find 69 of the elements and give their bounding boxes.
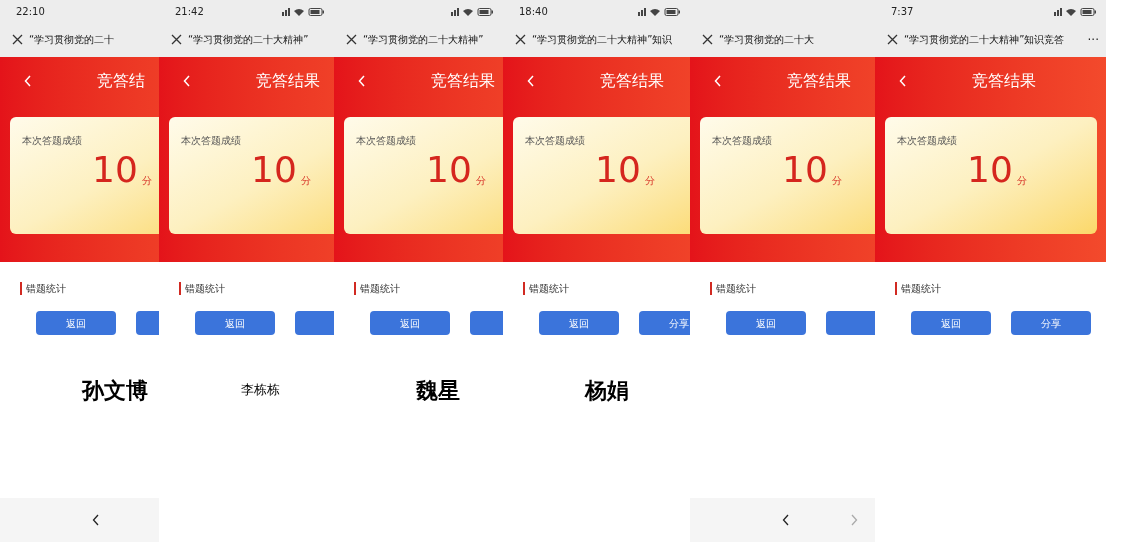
status-icons bbox=[638, 6, 682, 16]
person-name: 杨娟 bbox=[585, 376, 629, 405]
page-title: “学习贯彻党的二十大 bbox=[719, 33, 815, 47]
page-title: “学习贯彻党的二十 bbox=[29, 33, 115, 47]
section-title: 错题统计 bbox=[20, 282, 66, 295]
score-label: 本次答题成绩 bbox=[181, 134, 242, 148]
back-icon[interactable] bbox=[714, 75, 722, 87]
score-unit: 分 bbox=[1016, 174, 1027, 188]
page-title: “学习贯彻党的二十大精神”知识 bbox=[532, 33, 673, 47]
page-title: “学习贯彻党的二十大精神”知识竞答 bbox=[904, 33, 1065, 47]
score-label: 本次答题成绩 bbox=[712, 134, 773, 148]
person-name: 魏星 bbox=[416, 376, 460, 405]
more-button[interactable]: ··· bbox=[1087, 30, 1099, 49]
score-value: 10 bbox=[92, 152, 138, 188]
header-title: 竞答结果 bbox=[787, 70, 851, 92]
share-button[interactable]: 分享 bbox=[1011, 311, 1091, 335]
score-value: 10 bbox=[967, 152, 1013, 188]
score-label: 本次答题成绩 bbox=[897, 134, 958, 148]
back-button[interactable]: 返回 bbox=[726, 311, 806, 335]
score-label: 本次答题成绩 bbox=[356, 134, 417, 148]
status-icons bbox=[282, 6, 326, 16]
back-icon[interactable] bbox=[527, 75, 535, 87]
score-value: 10 bbox=[595, 152, 641, 188]
person-name: 李栋栋 bbox=[241, 381, 280, 400]
score-label: 本次答题成绩 bbox=[525, 134, 586, 148]
score-value: 10 bbox=[782, 152, 828, 188]
status-icons bbox=[1054, 6, 1098, 16]
back-icon[interactable] bbox=[899, 75, 907, 87]
page-title: “学习贯彻党的二十大精神” bbox=[363, 33, 484, 47]
close-icon[interactable] bbox=[515, 34, 526, 45]
section-title: 错题统计 bbox=[895, 282, 941, 295]
status-time: 18:40 bbox=[519, 4, 548, 19]
score-value: 10 bbox=[251, 152, 297, 188]
close-icon[interactable] bbox=[171, 34, 182, 45]
section-title: 错题统计 bbox=[523, 282, 569, 295]
close-icon[interactable] bbox=[346, 34, 357, 45]
section-title: 错题统计 bbox=[710, 282, 756, 295]
score-value: 10 bbox=[426, 152, 472, 188]
page-title: “学习贯彻党的二十大精神” bbox=[188, 33, 309, 47]
back-button[interactable]: 返回 bbox=[911, 311, 991, 335]
status-time: 22:10 bbox=[16, 4, 45, 19]
back-button[interactable]: 返回 bbox=[539, 311, 619, 335]
status-time: 7:37 bbox=[891, 4, 914, 19]
header-title: 竞答结果 bbox=[256, 70, 320, 92]
close-icon[interactable] bbox=[12, 34, 23, 45]
header-title: 竞答结果 bbox=[431, 70, 495, 92]
back-button[interactable]: 返回 bbox=[36, 311, 116, 335]
back-button[interactable]: 返回 bbox=[195, 311, 275, 335]
status-time: 21:42 bbox=[175, 4, 204, 19]
person-name: 孙文博 bbox=[82, 376, 148, 405]
header-title: 竞答结果 bbox=[600, 70, 664, 92]
close-icon[interactable] bbox=[702, 34, 713, 45]
header-title: 竞答结果 bbox=[972, 70, 1036, 92]
score-label: 本次答题成绩 bbox=[22, 134, 83, 148]
share-button[interactable]: 分享 bbox=[639, 311, 690, 335]
score-unit: 分 bbox=[831, 174, 842, 188]
section-title: 错题统计 bbox=[354, 282, 400, 295]
header-title: 竞答结 bbox=[97, 70, 145, 92]
score-unit: 分 bbox=[300, 174, 311, 188]
back-icon[interactable] bbox=[24, 75, 32, 87]
score-unit: 分 bbox=[141, 174, 152, 188]
status-icons bbox=[451, 6, 495, 16]
back-icon[interactable] bbox=[183, 75, 191, 87]
back-icon[interactable] bbox=[358, 75, 366, 87]
section-title: 错题统计 bbox=[179, 282, 225, 295]
score-unit: 分 bbox=[644, 174, 655, 188]
back-button[interactable]: 返回 bbox=[370, 311, 450, 335]
score-unit: 分 bbox=[475, 174, 486, 188]
close-icon[interactable] bbox=[887, 34, 898, 45]
